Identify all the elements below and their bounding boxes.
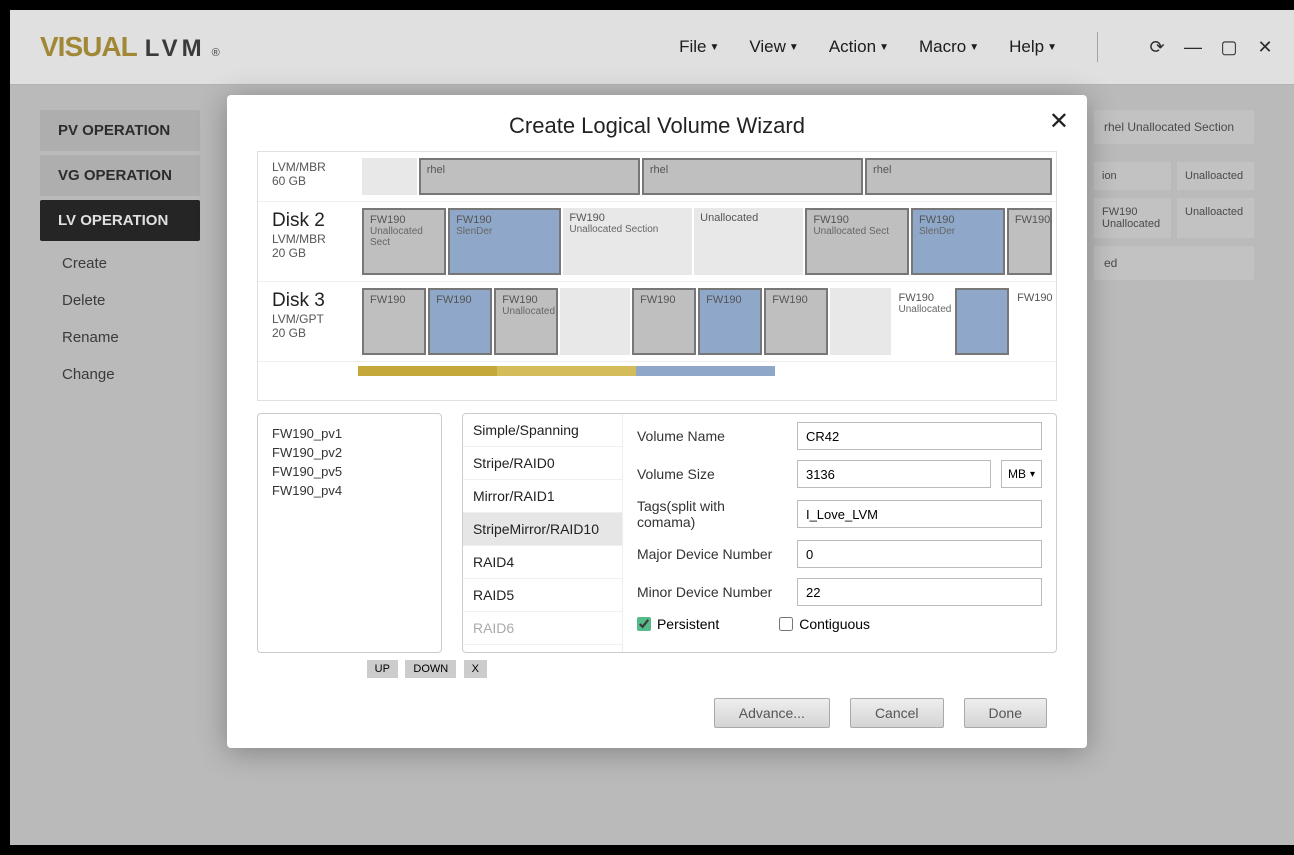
- raid-6[interactable]: RAID6: [463, 612, 622, 645]
- persistent-checkbox[interactable]: Persistent: [637, 616, 719, 632]
- done-button[interactable]: Done: [964, 698, 1047, 728]
- close-icon[interactable]: ✕: [1049, 107, 1069, 136]
- raid-stripe[interactable]: Stripe/RAID0: [463, 447, 622, 480]
- major-device-input[interactable]: [797, 540, 1042, 568]
- pv-item[interactable]: FW190_pv4: [272, 481, 427, 500]
- volume-name-input[interactable]: [797, 422, 1042, 450]
- pv-item[interactable]: FW190_pv2: [272, 443, 427, 462]
- modal-overlay: ✕ Create Logical Volume Wizard LVM/MBR 6…: [10, 10, 1294, 845]
- raid-panel: Simple/Spanning Stripe/RAID0 Mirror/RAID…: [462, 413, 1057, 653]
- pv-list[interactable]: FW190_pv1 FW190_pv2 FW190_pv5 FW190_pv4: [257, 413, 442, 653]
- cancel-button[interactable]: Cancel: [850, 698, 944, 728]
- pv-item[interactable]: FW190_pv5: [272, 462, 427, 481]
- disk-view[interactable]: LVM/MBR 60 GB rhel rhel rhel Disk 2 LVM/…: [257, 151, 1057, 401]
- pv-down-button[interactable]: DOWN: [405, 660, 456, 678]
- disk-segment[interactable]: FW190Unallocated Sect: [362, 208, 446, 275]
- major-label: Major Device Number: [637, 546, 787, 562]
- advance-button[interactable]: Advance...: [714, 698, 830, 728]
- minor-device-input[interactable]: [797, 578, 1042, 606]
- tags-input[interactable]: [797, 500, 1042, 528]
- pv-item[interactable]: FW190_pv1: [272, 424, 427, 443]
- pv-order-buttons: UP DOWN X: [257, 659, 487, 678]
- raid-simple[interactable]: Simple/Spanning: [463, 414, 622, 447]
- contiguous-checkbox[interactable]: Contiguous: [779, 616, 870, 632]
- raid-stripemirror[interactable]: StripeMirror/RAID10: [463, 513, 622, 546]
- tags-label: Tags(split with comama): [637, 498, 787, 530]
- create-lv-wizard-dialog: ✕ Create Logical Volume Wizard LVM/MBR 6…: [227, 95, 1087, 748]
- pv-remove-button[interactable]: X: [464, 660, 487, 678]
- raid-4[interactable]: RAID4: [463, 546, 622, 579]
- volname-label: Volume Name: [637, 428, 787, 444]
- size-unit-select[interactable]: MB▾: [1001, 460, 1042, 488]
- raid-mirror[interactable]: Mirror/RAID1: [463, 480, 622, 513]
- pv-up-button[interactable]: UP: [367, 660, 398, 678]
- volsize-label: Volume Size: [637, 466, 787, 482]
- volume-size-input[interactable]: [797, 460, 991, 488]
- minor-label: Minor Device Number: [637, 584, 787, 600]
- raid-5[interactable]: RAID5: [463, 579, 622, 612]
- dialog-title: Create Logical Volume Wizard: [227, 95, 1087, 151]
